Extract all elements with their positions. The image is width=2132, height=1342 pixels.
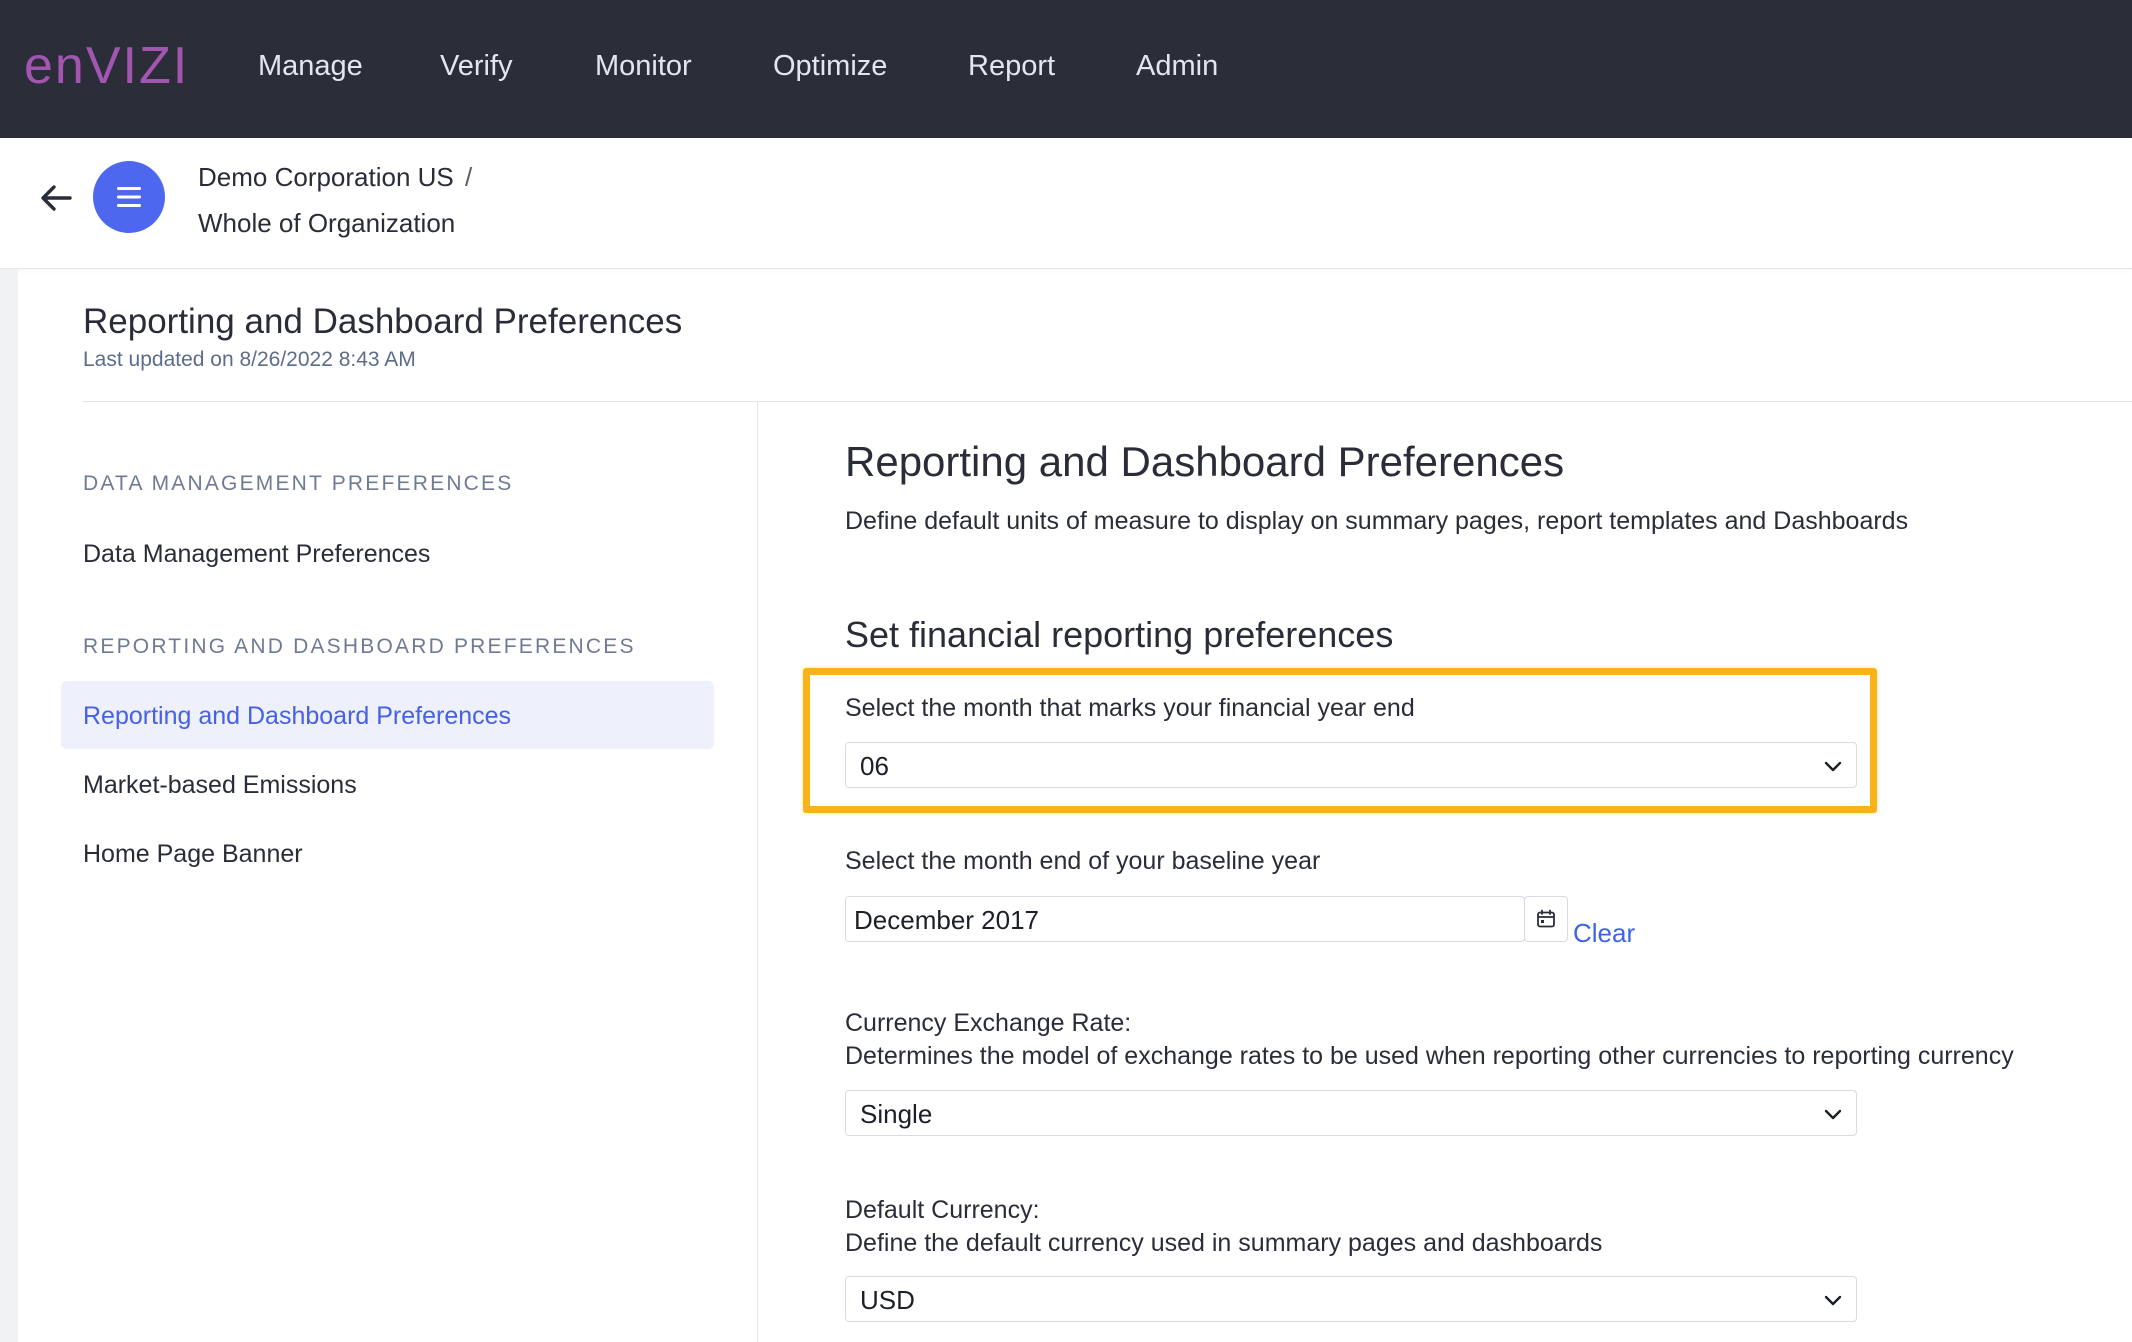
- page-title: Reporting and Dashboard Preferences: [83, 302, 683, 341]
- currency-exchange-description: Determines the model of exchange rates t…: [845, 1042, 2014, 1070]
- baseline-year-label: Select the month end of your baseline ye…: [845, 847, 1321, 875]
- section-heading-data-management: DATA MANAGEMENT PREFERENCES: [83, 472, 514, 495]
- nav-verify[interactable]: Verify: [440, 50, 513, 83]
- default-currency-select[interactable]: USD: [845, 1276, 1857, 1322]
- chevron-down-icon: [1824, 1295, 1842, 1306]
- default-currency-description: Define the default currency used in summ…: [845, 1229, 1603, 1257]
- sidebar-divider: [757, 402, 758, 1342]
- nav-admin[interactable]: Admin: [1136, 50, 1218, 83]
- baseline-year-input[interactable]: December 2017: [845, 896, 1525, 942]
- menu-item-data-management-preferences[interactable]: Data Management Preferences: [83, 540, 430, 569]
- back-arrow-icon[interactable]: [36, 178, 76, 218]
- left-gutter: [0, 269, 18, 1342]
- calendar-button[interactable]: [1524, 896, 1568, 942]
- chevron-down-icon: [1824, 761, 1842, 772]
- header-divider: [83, 401, 2132, 402]
- menu-item-home-page-banner[interactable]: Home Page Banner: [83, 840, 303, 869]
- top-navigation-bar: enVIZI Manage Verify Monitor Optimize Re…: [0, 0, 2132, 138]
- default-currency-value: USD: [860, 1285, 915, 1315]
- highlight-frame: [803, 668, 1877, 813]
- financial-year-end-value: 06: [860, 751, 889, 781]
- nav-manage[interactable]: Manage: [258, 50, 363, 83]
- nav-report[interactable]: Report: [968, 50, 1055, 83]
- menu-item-market-based-emissions[interactable]: Market-based Emissions: [83, 771, 357, 800]
- nav-optimize[interactable]: Optimize: [773, 50, 887, 83]
- envizi-logo[interactable]: enVIZI: [24, 36, 189, 96]
- financial-year-end-label: Select the month that marks your financi…: [845, 694, 1415, 722]
- main-section-title: Reporting and Dashboard Preferences: [845, 438, 1565, 485]
- clear-baseline-link[interactable]: Clear: [1573, 918, 1635, 949]
- breadcrumb-separator: /: [465, 162, 473, 192]
- financial-year-end-select[interactable]: 06: [845, 742, 1857, 788]
- currency-exchange-label: Currency Exchange Rate:: [845, 1009, 1132, 1037]
- hamburger-menu-button[interactable]: [93, 161, 165, 233]
- default-currency-label: Default Currency:: [845, 1196, 1040, 1224]
- last-updated-text: Last updated on 8/26/2022 8:43 AM: [83, 348, 416, 371]
- calendar-icon: [1537, 909, 1555, 928]
- nav-monitor[interactable]: Monitor: [595, 50, 692, 83]
- hamburger-icon: [117, 187, 141, 207]
- context-bar: Demo Corporation US / Whole of Organizat…: [0, 138, 2132, 269]
- chevron-down-icon: [1824, 1109, 1842, 1120]
- breadcrumb-organization[interactable]: Demo Corporation US: [198, 162, 454, 193]
- menu-item-reporting-dashboard-preferences[interactable]: Reporting and Dashboard Preferences: [83, 702, 511, 731]
- currency-exchange-select[interactable]: Single: [845, 1090, 1857, 1136]
- breadcrumb-scope[interactable]: Whole of Organization: [198, 208, 455, 239]
- section-heading-reporting-dashboard: REPORTING AND DASHBOARD PREFERENCES: [83, 635, 636, 658]
- baseline-year-value: December 2017: [854, 905, 1039, 935]
- currency-exchange-value: Single: [860, 1099, 933, 1129]
- financial-preferences-heading: Set financial reporting preferences: [845, 614, 1394, 655]
- main-section-description: Define default units of measure to displ…: [845, 507, 1909, 535]
